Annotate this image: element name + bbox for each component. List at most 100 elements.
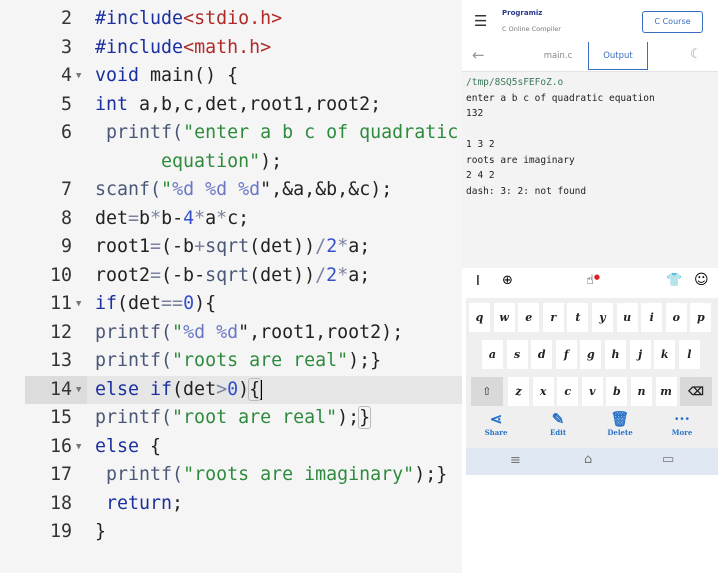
code-token: printf( — [95, 122, 184, 143]
theme-shirt-icon[interactable]: 👕 — [666, 273, 682, 288]
fold-arrow-icon[interactable]: ▼ — [76, 433, 81, 462]
emoji-icon[interactable]: ☺ — [694, 272, 709, 288]
fold-arrow-icon[interactable]: ▼ — [76, 62, 81, 91]
line-number: 2 — [60, 8, 72, 29]
fold-arrow-icon[interactable]: ▼ — [76, 376, 81, 405]
code-line[interactable]: 6 printf("enter a b c of quadratic — [0, 119, 466, 148]
key-g[interactable]: g — [580, 340, 602, 369]
c-course-button[interactable]: C Course — [642, 11, 703, 33]
key-v[interactable]: v — [581, 377, 603, 406]
action-more[interactable]: ··· More — [657, 410, 707, 437]
action-edit[interactable]: ✎ Edit — [533, 410, 583, 437]
key-l[interactable]: l — [678, 340, 700, 369]
compiler-panel: ☰ Programiz C Online Compiler C Course ←… — [462, 0, 718, 573]
system-nav-bar: ≡ ⌂ ▭ — [466, 448, 718, 475]
code-token: %d %d — [183, 321, 239, 343]
key-c[interactable]: c — [557, 377, 579, 406]
code-line[interactable]: 15 printf("root are real");} — [0, 404, 466, 433]
action-delete[interactable]: 🗑 Delete — [595, 410, 645, 437]
key-k[interactable]: k — [654, 340, 676, 369]
line-number: 4 — [60, 65, 72, 86]
key-p[interactable]: p — [690, 303, 712, 332]
key-e[interactable]: e — [518, 303, 540, 332]
key-f[interactable]: f — [555, 340, 577, 369]
recent-apps-icon[interactable]: ≡ — [510, 453, 521, 468]
line-number: 5 — [60, 93, 72, 115]
key-u[interactable]: u — [616, 303, 638, 332]
cursor-icon[interactable]: Ⅰ — [476, 274, 480, 289]
back-icon[interactable]: ▭ — [662, 452, 674, 467]
arrow-left-icon[interactable]: ← — [472, 46, 485, 64]
gesture-icon[interactable]: ☝● — [586, 273, 600, 288]
line-number: 18 — [49, 492, 72, 514]
code-text: scanf("%d %d %d",&a,&b,&c); — [95, 176, 392, 205]
code-text: void main() { — [95, 62, 238, 91]
code-line[interactable]: equation"); — [0, 148, 466, 177]
key-m[interactable]: m — [655, 377, 677, 406]
code-line[interactable]: 16 ▼ else { — [0, 433, 466, 462]
code-token: root1 — [95, 236, 151, 257]
key-z[interactable]: z — [508, 377, 529, 406]
output-line: roots are imaginary — [466, 154, 575, 166]
code-line[interactable]: 4 ▼ void main() { — [0, 62, 466, 91]
code-token: 2 — [326, 236, 338, 257]
key-y[interactable]: y — [592, 303, 613, 332]
key-r[interactable]: r — [542, 303, 564, 332]
key-n[interactable]: n — [631, 377, 652, 406]
code-line[interactable]: 7 scanf("%d %d %d",&a,&b,&c); — [0, 176, 466, 205]
moon-icon[interactable]: ☾ — [690, 47, 702, 62]
key-i[interactable]: i — [641, 303, 663, 332]
hamburger-icon[interactable]: ☰ — [474, 12, 487, 30]
code-text: else if(det>0){ — [95, 376, 263, 405]
code-token: sqrt — [205, 236, 250, 257]
code-line[interactable]: 17 printf("roots are imaginary");} — [0, 461, 466, 490]
key-s[interactable]: s — [506, 340, 528, 369]
key-q[interactable]: q — [469, 303, 490, 332]
code-token: > — [216, 378, 228, 400]
code-line[interactable]: 14 ▼ else if(det>0){ — [25, 375, 466, 405]
code-token: (-b — [161, 236, 195, 257]
code-line[interactable]: 12 printf("%d %d",root1,root2); — [0, 319, 466, 348]
home-icon[interactable]: ⌂ — [584, 452, 592, 467]
code-line[interactable]: 11 ▼ if(det==0){ — [0, 290, 466, 319]
code-line[interactable]: 10 root2=(-b-sqrt(det))/2*a; — [0, 262, 466, 291]
backspace-key[interactable]: ⌫ — [680, 377, 712, 406]
key-j[interactable]: j — [629, 340, 651, 369]
fold-arrow-icon[interactable]: ▼ — [76, 290, 81, 319]
shift-key[interactable]: ⇧ — [471, 377, 503, 406]
code-line[interactable]: 8 det=b*b-4*a*c; — [0, 205, 466, 234]
tab-bar: ← main.c Output ☾ — [462, 42, 718, 72]
key-x[interactable]: x — [532, 377, 554, 406]
line-number: 11 — [49, 293, 72, 314]
key-t[interactable]: t — [567, 303, 589, 332]
tab-main-c[interactable]: main.c — [528, 42, 588, 70]
key-a[interactable]: a — [482, 340, 503, 369]
key-h[interactable]: h — [605, 340, 626, 369]
code-token: (det)) — [249, 264, 316, 286]
key-d[interactable]: d — [531, 340, 553, 369]
code-editor[interactable]: 2 #include<stdio.h> 3 #include<math.h> 4 ▼ voi… — [0, 0, 466, 573]
code-line[interactable]: 18 return; — [0, 490, 466, 519]
code-text: printf("roots are real");} — [95, 347, 381, 376]
code-line[interactable]: 13 printf("roots are real");} — [0, 347, 466, 376]
tab-output[interactable]: Output — [588, 42, 648, 70]
code-line[interactable]: 2 #include<stdio.h> — [0, 5, 466, 34]
code-line[interactable]: 3 #include<math.h> — [0, 34, 466, 63]
code-token: } — [95, 521, 107, 542]
code-line[interactable]: 5 int a,b,c,det,root1,root2; — [0, 91, 466, 120]
code-line[interactable]: 19} — [0, 518, 466, 547]
action-share[interactable]: ⋖ Share — [471, 410, 521, 437]
code-token: a — [205, 207, 217, 229]
key-b[interactable]: b — [606, 377, 628, 406]
code-token: (det — [117, 293, 162, 314]
brand-logo[interactable]: Programiz — [502, 9, 542, 17]
code-token: a,b,c,det,root1,root2; — [128, 93, 382, 115]
code-token: " — [260, 179, 272, 200]
key-o[interactable]: o — [665, 303, 687, 332]
code-line[interactable]: 9 root1=(-b+sqrt(det))/2*a; — [0, 233, 466, 262]
code-token: ) — [238, 378, 250, 400]
globe-icon[interactable]: ⊕ — [502, 273, 513, 288]
key-w[interactable]: w — [493, 303, 515, 332]
code-token: * — [337, 264, 349, 286]
code-token: printf( — [95, 350, 173, 371]
